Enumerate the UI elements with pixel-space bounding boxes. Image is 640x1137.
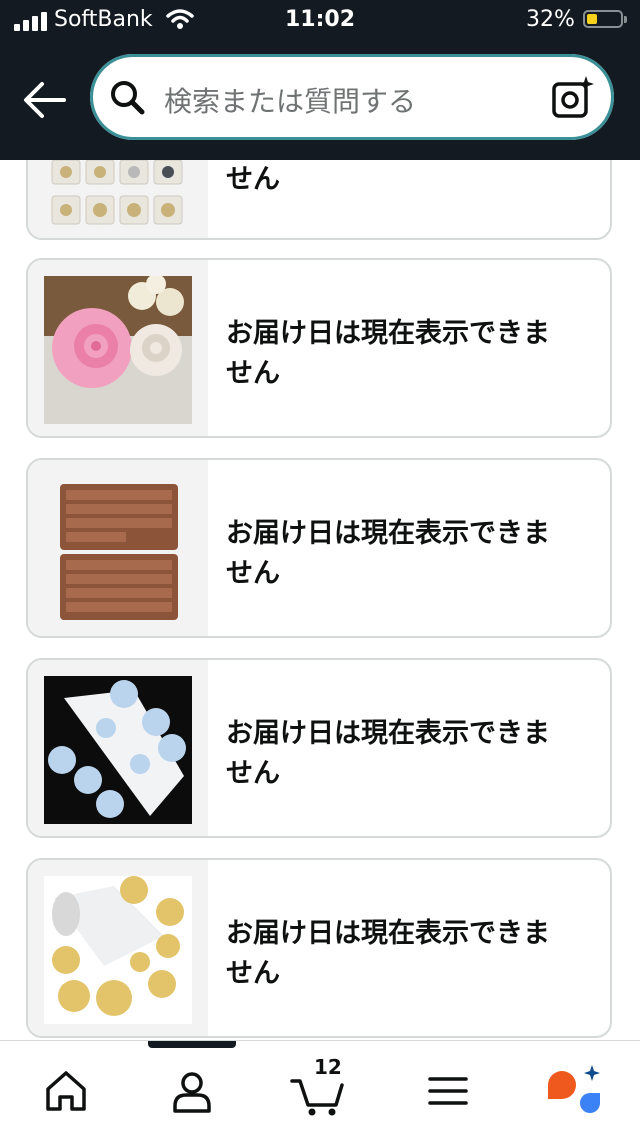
delivery-message-line1: お届け日は現在表示できま: [226, 718, 550, 749]
delivery-message: せん: [226, 160, 596, 200]
nav-rufus-assistant[interactable]: [544, 1061, 604, 1121]
bottom-nav: 12: [0, 1040, 640, 1137]
delivery-message-line2: せん: [226, 758, 280, 789]
search-placeholder: 検索または質問する: [164, 85, 417, 118]
delivery-message: お届け日は現在表示できま せん: [226, 314, 596, 394]
back-arrow-icon: [24, 82, 66, 118]
delivery-message: お届け日は現在表示できま せん: [226, 514, 596, 594]
product-list: せん お届け日は現在表示できま せん お届け日は現在表示できま せん お届け日は…: [0, 160, 640, 1040]
product-image: [28, 660, 208, 836]
product-card[interactable]: せん: [26, 160, 612, 240]
delivery-message: お届け日は現在表示できま せん: [226, 714, 596, 794]
account-icon: [173, 1072, 211, 1113]
camera-icon[interactable]: [550, 76, 594, 124]
nav-menu[interactable]: [418, 1061, 478, 1121]
product-card[interactable]: お届け日は現在表示できま せん: [26, 458, 612, 638]
product-image: [28, 160, 208, 238]
battery-percent: 32%: [526, 7, 575, 32]
delivery-message-line1: お届け日は現在表示できま: [226, 918, 550, 949]
search-icon: [108, 78, 148, 122]
nav-home[interactable]: [36, 1061, 96, 1121]
product-card[interactable]: お届け日は現在表示できま せん: [26, 858, 612, 1038]
active-tab-indicator: [148, 1041, 236, 1048]
battery-level: [587, 14, 597, 24]
delivery-message-line2: せん: [226, 164, 280, 195]
product-card[interactable]: お届け日は現在表示できま せん: [26, 258, 612, 438]
app-header: 検索または質問する: [0, 40, 640, 160]
delivery-message-line1: お届け日は現在表示できま: [226, 318, 550, 349]
delivery-message: お届け日は現在表示できま せん: [226, 914, 596, 994]
rufus-assistant-icon: [548, 1065, 600, 1113]
product-card[interactable]: お届け日は現在表示できま せん: [26, 658, 612, 838]
delivery-message-line1: お届け日は現在表示できま: [226, 518, 550, 549]
delivery-message-line2: せん: [226, 958, 280, 989]
search-input[interactable]: 検索または質問する: [90, 54, 614, 140]
delivery-message-line2: せん: [226, 358, 280, 389]
delivery-message-line2: せん: [226, 558, 280, 589]
product-image: [28, 260, 208, 436]
product-image: [28, 860, 208, 1036]
battery-icon: [583, 10, 627, 28]
status-bar: SoftBank 11:02 32%: [0, 0, 640, 40]
home-icon: [46, 1071, 86, 1111]
back-button[interactable]: [20, 78, 68, 122]
nav-account[interactable]: [162, 1061, 222, 1121]
product-image: [28, 460, 208, 636]
nav-cart[interactable]: 12: [288, 1055, 348, 1121]
menu-icon: [428, 1077, 468, 1105]
cart-count-badge: 12: [314, 1055, 342, 1079]
